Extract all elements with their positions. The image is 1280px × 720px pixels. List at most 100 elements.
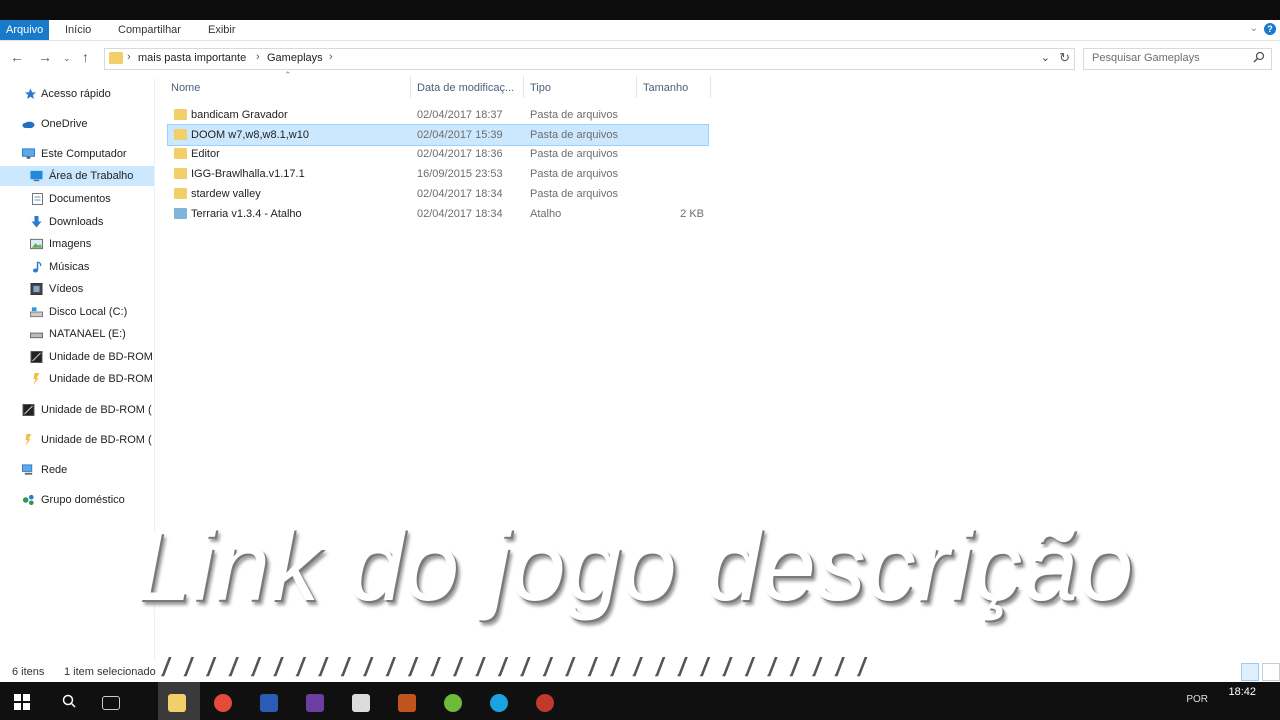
nav-item-label: Este Computador bbox=[41, 148, 127, 160]
browser-icon[interactable] bbox=[214, 694, 232, 712]
forward-arrow-icon[interactable]: → bbox=[38, 49, 52, 65]
tab-exibir[interactable]: Exibir bbox=[208, 20, 236, 40]
file-row[interactable]: Terraria v1.3.4 - Atalho 02/04/2017 18:3… bbox=[168, 204, 708, 224]
recent-locations-chevron-icon[interactable]: ⌄ bbox=[63, 53, 71, 64]
large-icons-view-icon[interactable] bbox=[1262, 663, 1280, 681]
nav-item-bd-rom-4[interactable]: Unidade de BD-ROM ( bbox=[0, 430, 154, 450]
file-name: bandicam Gravador bbox=[191, 109, 288, 121]
tab-arquivo[interactable]: Arquivo bbox=[0, 20, 50, 40]
nav-item-natanael[interactable]: NATANAEL (E:) bbox=[0, 324, 154, 344]
nav-item-downloads[interactable]: Downloads bbox=[0, 212, 154, 232]
nav-item-grupo-domestico[interactable]: Grupo doméstico bbox=[0, 490, 154, 510]
file-type: Pasta de arquivos bbox=[530, 148, 619, 160]
nav-item-documentos[interactable]: Documentos bbox=[0, 189, 154, 209]
app-icon[interactable] bbox=[352, 694, 370, 712]
column-header-date[interactable]: Data de modificaç... bbox=[417, 78, 514, 98]
tab-inicio[interactable]: Início bbox=[65, 20, 91, 40]
nav-item-musicas[interactable]: Músicas bbox=[0, 257, 154, 277]
column-divider[interactable] bbox=[636, 76, 637, 98]
search-icon[interactable] bbox=[62, 694, 76, 708]
nav-item-label: Imagens bbox=[49, 238, 92, 250]
nav-item-label: Unidade de BD-ROM bbox=[49, 351, 153, 363]
chevron-right-icon[interactable]: › bbox=[127, 51, 131, 63]
record-icon[interactable] bbox=[536, 694, 554, 712]
nav-item-label: OneDrive bbox=[41, 118, 88, 130]
folder-icon bbox=[174, 148, 187, 159]
app-icon[interactable] bbox=[398, 694, 416, 712]
nav-item-onedrive[interactable]: OneDrive bbox=[0, 114, 154, 134]
column-header-size[interactable]: Tamanho bbox=[643, 78, 688, 98]
file-name: DOOM w7,w8,w8.1,w10 bbox=[191, 129, 309, 141]
nav-item-area-de-trabalho[interactable]: Área de Trabalho bbox=[0, 166, 154, 186]
file-date: 16/09/2015 23:53 bbox=[417, 168, 503, 180]
file-row[interactable]: stardew valley 02/04/2017 18:34 Pasta de… bbox=[168, 184, 708, 204]
folder-icon bbox=[174, 129, 187, 140]
column-divider[interactable] bbox=[410, 76, 411, 98]
task-view-icon[interactable] bbox=[102, 696, 120, 710]
nav-item-este-computador[interactable]: Este Computador bbox=[0, 144, 154, 164]
file-row[interactable]: Editor 02/04/2017 18:36 Pasta de arquivo… bbox=[168, 144, 708, 164]
help-icon[interactable]: ? bbox=[1264, 23, 1276, 35]
column-header-type[interactable]: Tipo bbox=[530, 78, 551, 98]
nav-item-acesso-rapido[interactable]: Acesso rápido bbox=[0, 84, 154, 104]
folder-icon bbox=[174, 168, 187, 179]
nav-item-imagens[interactable]: Imagens bbox=[0, 234, 154, 254]
bd-rom-icon bbox=[25, 434, 32, 446]
nav-item-bd-rom-2[interactable]: Unidade de BD-ROM bbox=[0, 369, 154, 389]
file-row[interactable]: bandicam Gravador 02/04/2017 18:37 Pasta… bbox=[168, 105, 708, 125]
file-date: 02/04/2017 18:34 bbox=[417, 188, 503, 200]
folder-icon bbox=[174, 188, 187, 199]
column-divider[interactable] bbox=[710, 76, 711, 98]
column-divider[interactable] bbox=[523, 76, 524, 98]
folder-icon bbox=[109, 52, 123, 64]
address-row: ← → ⌄ ↑ › mais pasta importante › Gamepl… bbox=[0, 41, 1280, 75]
nav-item-bd-rom-1[interactable]: Unidade de BD-ROM bbox=[0, 347, 154, 367]
search-input[interactable]: Pesquisar Gameplays bbox=[1083, 48, 1272, 70]
file-row[interactable]: IGG-Brawlhalla.v1.17.1 16/09/2015 23:53 … bbox=[168, 164, 708, 184]
column-header-name[interactable]: Nome bbox=[171, 78, 200, 98]
app-icon[interactable] bbox=[306, 694, 324, 712]
nav-item-label: Unidade de BD-ROM bbox=[49, 373, 153, 385]
nav-item-label: Vídeos bbox=[49, 283, 84, 295]
language-indicator[interactable]: POR bbox=[1186, 694, 1208, 705]
shortcut-icon bbox=[174, 208, 187, 219]
usb-drive-icon bbox=[30, 332, 43, 339]
clock[interactable]: 18:42 bbox=[1228, 686, 1256, 698]
nav-item-disco-local[interactable]: Disco Local (C:) bbox=[0, 302, 154, 322]
nav-item-bd-rom-3[interactable]: Unidade de BD-ROM ( bbox=[0, 400, 154, 420]
breadcrumb-item[interactable]: mais pasta importante bbox=[138, 52, 246, 64]
breadcrumb-item[interactable]: Gameplays bbox=[267, 52, 323, 64]
address-bar[interactable]: › mais pasta importante › Gameplays › ⌄ … bbox=[104, 48, 1075, 70]
skype-icon[interactable] bbox=[490, 694, 508, 712]
file-type: Atalho bbox=[530, 208, 562, 220]
chevron-right-icon[interactable]: › bbox=[329, 51, 333, 63]
ribbon-expand-icon[interactable]: ⌄ bbox=[1250, 23, 1258, 34]
file-name: IGG-Brawlhalla.v1.17.1 bbox=[191, 168, 305, 180]
file-row-selected[interactable]: DOOM w7,w8,w8.1,w10 02/04/2017 15:39 Pas… bbox=[167, 124, 709, 146]
up-arrow-icon[interactable]: ↑ bbox=[82, 49, 89, 65]
word-icon[interactable] bbox=[260, 694, 278, 712]
image-icon bbox=[30, 238, 43, 250]
music-icon bbox=[33, 261, 42, 273]
back-arrow-icon[interactable]: ← bbox=[10, 49, 24, 65]
nav-item-label: Grupo doméstico bbox=[41, 494, 125, 506]
nav-item-rede[interactable]: Rede bbox=[0, 460, 154, 480]
homegroup-icon bbox=[22, 494, 34, 506]
file-name: Terraria v1.3.4 - Atalho bbox=[191, 208, 302, 220]
details-view-icon[interactable] bbox=[1241, 663, 1259, 681]
refresh-icon[interactable]: ↻ bbox=[1059, 50, 1070, 66]
nav-item-label: Downloads bbox=[49, 216, 104, 228]
file-date: 02/04/2017 18:36 bbox=[417, 148, 503, 160]
file-explorer-icon[interactable] bbox=[168, 694, 186, 712]
nav-item-label: Área de Trabalho bbox=[49, 170, 134, 182]
chevron-right-icon[interactable]: › bbox=[256, 51, 260, 63]
nav-item-videos[interactable]: Vídeos bbox=[0, 279, 154, 299]
navigation-pane: Acesso rápido OneDrive Este Computador Á… bbox=[0, 78, 155, 660]
windows-start-icon[interactable] bbox=[14, 694, 30, 710]
address-dropdown-icon[interactable]: ⌄ bbox=[1041, 51, 1050, 64]
search-icon[interactable] bbox=[1253, 51, 1265, 63]
file-date: 02/04/2017 18:34 bbox=[417, 208, 503, 220]
app-icon[interactable] bbox=[444, 694, 462, 712]
tab-compartilhar[interactable]: Compartilhar bbox=[118, 20, 181, 40]
nav-item-label: Disco Local (C:) bbox=[49, 306, 128, 318]
